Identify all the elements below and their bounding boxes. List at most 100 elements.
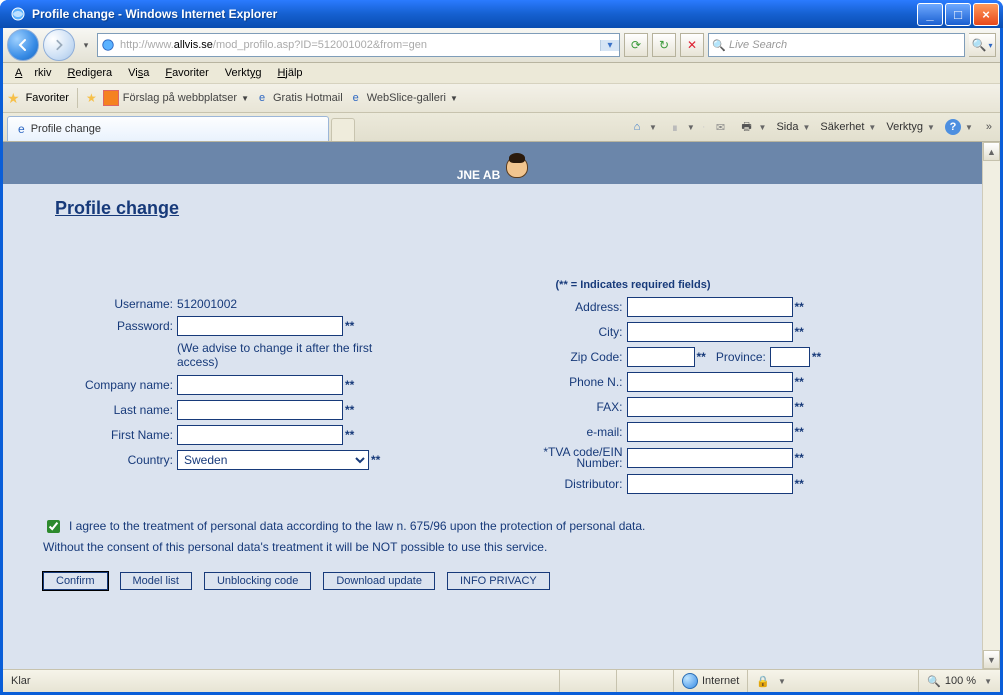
input-distributor[interactable] xyxy=(627,474,793,494)
home-icon: ⌂ xyxy=(629,119,645,135)
zoom-value: 100 % xyxy=(945,675,976,687)
input-firstname[interactable] xyxy=(177,425,343,445)
input-company[interactable] xyxy=(177,375,343,395)
address-dropdown[interactable]: ▾ xyxy=(600,40,619,51)
scroll-down-button[interactable]: ▼ xyxy=(983,650,1000,669)
input-lastname[interactable] xyxy=(177,400,343,420)
read-mail-button[interactable]: ✉ xyxy=(710,119,732,135)
status-protected-mode[interactable]: 🔒▼ xyxy=(747,670,794,692)
page-favicon xyxy=(98,38,118,52)
url-path: /mod_profilo.asp?ID=512001002&from=gen xyxy=(213,39,427,51)
req-company: ** xyxy=(345,378,354,392)
select-country[interactable]: Sweden xyxy=(177,450,369,470)
link-forslag[interactable]: Förslag på webbplatser ▼ xyxy=(103,90,249,106)
address-text[interactable]: http://www.allvis.se/mod_profilo.asp?ID=… xyxy=(118,39,600,51)
form-col-right: Address: ** City: ** Zip Code: xyxy=(513,297,943,499)
label-lastname: Last name: xyxy=(43,403,177,417)
menu-verktyg[interactable]: Verktyg xyxy=(219,65,268,81)
link-forslag-label: Förslag på webbplatser xyxy=(123,92,237,104)
page-menu[interactable]: Sida▼ xyxy=(773,121,813,133)
req-distributor: ** xyxy=(795,477,804,491)
input-phone[interactable] xyxy=(627,372,793,392)
search-box[interactable]: 🔍 Live Search xyxy=(708,33,965,57)
req-address: ** xyxy=(795,300,804,314)
input-province[interactable] xyxy=(770,347,810,367)
back-button[interactable] xyxy=(7,29,39,61)
scroll-up-button[interactable]: ▲ xyxy=(983,142,1000,161)
req-password: ** xyxy=(345,319,354,333)
input-email[interactable] xyxy=(627,422,793,442)
consent-text: I agree to the treatment of personal dat… xyxy=(69,519,645,533)
menu-favoriter[interactable]: Favoriter xyxy=(159,65,214,81)
label-phone: Phone N.: xyxy=(513,375,627,389)
info-privacy-button[interactable]: INFO PRIVACY xyxy=(447,572,550,590)
input-password[interactable] xyxy=(177,316,343,336)
forward-button[interactable] xyxy=(43,29,75,61)
address-bar[interactable]: http://www.allvis.se/mod_profilo.asp?ID=… xyxy=(97,33,620,57)
safety-menu[interactable]: Säkerhet▼ xyxy=(817,121,879,133)
title-bar: Profile change - Windows Internet Explor… xyxy=(0,0,1003,28)
consent-checkbox[interactable] xyxy=(47,520,60,533)
input-city[interactable] xyxy=(627,322,793,342)
suggested-sites-icon xyxy=(103,90,119,106)
input-address[interactable] xyxy=(627,297,793,317)
scroll-track[interactable] xyxy=(983,161,1000,650)
label-city: City: xyxy=(513,325,627,339)
stop-button[interactable]: ✕ xyxy=(680,33,704,57)
search-placeholder: Live Search xyxy=(729,39,964,51)
input-tva[interactable] xyxy=(627,448,793,468)
home-button[interactable]: ⌂▼ xyxy=(626,119,660,135)
minimize-button[interactable]: _ xyxy=(917,3,943,26)
banner-face-icon xyxy=(506,156,528,178)
page-menu-label: Sida xyxy=(776,121,798,133)
favorites-label[interactable]: Favoriter xyxy=(26,92,69,104)
search-go-button[interactable]: 🔍▾ xyxy=(969,33,996,57)
window-frame: Profile change - Windows Internet Explor… xyxy=(0,0,1003,695)
consent-note: Without the consent of this personal dat… xyxy=(43,540,942,554)
new-tab-button[interactable] xyxy=(331,118,355,141)
close-button[interactable]: × xyxy=(973,3,999,26)
label-distributor: Distributor: xyxy=(513,477,627,491)
menu-hjalp[interactable]: Hjälp xyxy=(271,65,308,81)
model-list-button[interactable]: Model list xyxy=(120,572,192,590)
link-hotmail[interactable]: eGratis Hotmail xyxy=(255,91,343,105)
nav-history-dropdown[interactable]: ▾ xyxy=(79,40,93,51)
rss-icon: ∎ xyxy=(667,119,683,135)
link-webslice[interactable]: eWebSlice-galleri ▼ xyxy=(349,91,458,105)
vertical-scrollbar[interactable]: ▲ ▼ xyxy=(982,142,1000,669)
menu-visa[interactable]: Visa xyxy=(122,65,155,81)
input-fax[interactable] xyxy=(627,397,793,417)
download-update-button[interactable]: Download update xyxy=(323,572,435,590)
tab-active[interactable]: e Profile change xyxy=(7,116,329,141)
confirm-button[interactable]: Confirm xyxy=(43,572,108,590)
label-company: Company name: xyxy=(43,378,177,392)
help-button[interactable]: ?▼ xyxy=(942,119,976,135)
req-fax: ** xyxy=(795,400,804,414)
unblocking-code-button[interactable]: Unblocking code xyxy=(204,572,311,590)
refresh-button[interactable]: ↻ xyxy=(652,33,676,57)
banner-text: JNE AB xyxy=(457,168,501,182)
menu-arkiv[interactable]: Arkiv xyxy=(9,65,57,81)
window-client: ▾ http://www.allvis.se/mod_profilo.asp?I… xyxy=(3,28,1000,692)
menu-bar: Arkiv Redigera Visa Favoriter Verktyg Hj… xyxy=(3,63,1000,84)
form-col-left: Username: 512001002 Password: ** (We adv… xyxy=(43,297,473,499)
required-fields-note: (** = Indicates required fields) xyxy=(473,279,793,291)
add-favorite-icon[interactable]: ★ xyxy=(86,91,97,105)
menu-redigera[interactable]: Redigera xyxy=(61,65,118,81)
input-zip[interactable] xyxy=(627,347,695,367)
favorites-star-icon[interactable]: ★ xyxy=(7,90,20,107)
status-zoom[interactable]: 🔍 100 % ▼ xyxy=(918,670,1000,692)
status-bar: Klar Internet 🔒▼ 🔍 100 % ▼ xyxy=(3,669,1000,692)
tools-menu[interactable]: Verktyg▼ xyxy=(883,121,938,133)
feeds-button[interactable]: ∎▼ xyxy=(664,119,698,135)
maximize-button[interactable]: □ xyxy=(945,3,971,26)
status-zone[interactable]: Internet xyxy=(673,670,747,692)
toolbar-overflow[interactable]: » xyxy=(986,121,992,133)
window-buttons: _ □ × xyxy=(917,3,999,26)
compat-view-button[interactable]: ⟳ xyxy=(624,33,648,57)
status-empty-1 xyxy=(559,670,616,692)
print-button[interactable]: 🖶▼ xyxy=(736,119,770,135)
url-prefix: http://www. xyxy=(120,39,174,51)
label-province: Province: xyxy=(710,350,770,364)
req-city: ** xyxy=(795,325,804,339)
